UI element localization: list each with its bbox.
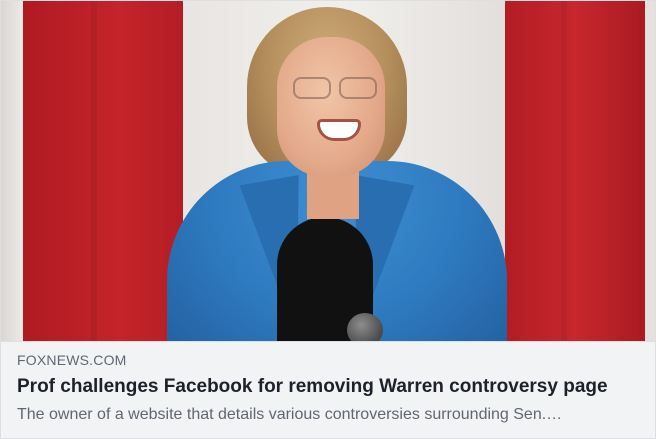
flag-stripe: [505, 1, 645, 341]
flag-stripe: [645, 1, 655, 341]
flag-stripe: [1, 1, 23, 341]
link-domain: FOXNEWS.COM: [17, 352, 127, 368]
link-title[interactable]: Prof challenges Facebook for removing Wa…: [17, 376, 645, 398]
person-face: [277, 37, 385, 177]
microphone: [347, 313, 383, 341]
link-preview-meta[interactable]: FOXNEWS.COM Prof challenges Facebook for…: [1, 341, 655, 438]
link-description: The owner of a website that details vari…: [17, 406, 563, 423]
glasses: [293, 77, 377, 99]
preview-image[interactable]: [1, 1, 655, 341]
flag-fold: [91, 1, 97, 341]
flag-fold: [561, 1, 567, 341]
flag-stripe: [23, 1, 183, 341]
link-preview-card[interactable]: FOXNEWS.COM Prof challenges Facebook for…: [0, 0, 656, 439]
